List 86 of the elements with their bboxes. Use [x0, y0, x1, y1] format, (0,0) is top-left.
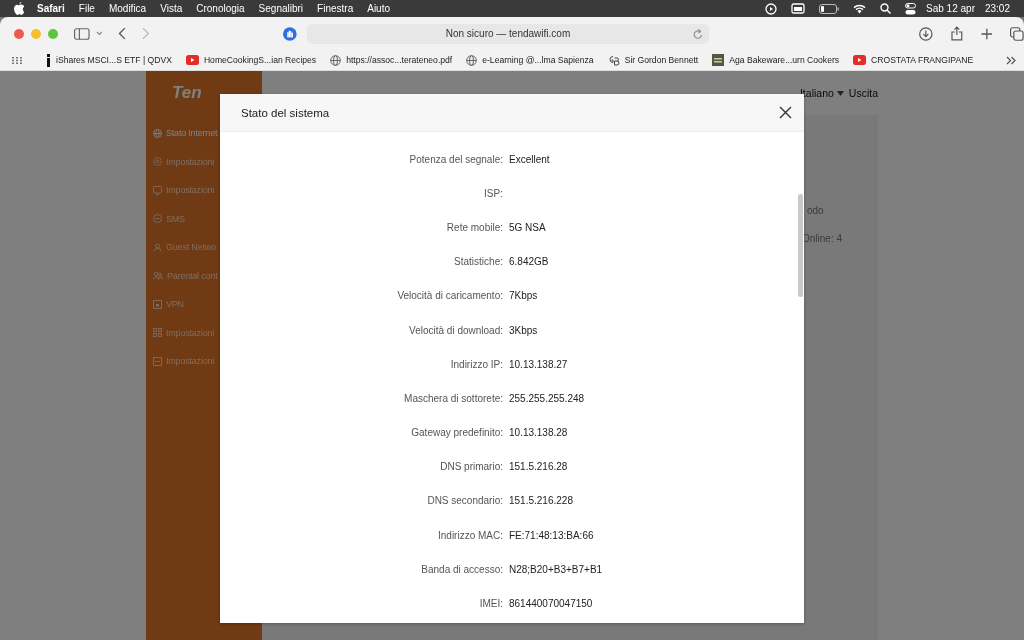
field-label: Indirizzo IP:	[449, 358, 503, 370]
square-logo-icon[interactable]	[712, 54, 725, 66]
back-icon[interactable]	[118, 27, 127, 40]
close-icon[interactable]	[779, 106, 792, 119]
control-center-icon[interactable]	[905, 2, 917, 15]
monitor-icon	[153, 185, 162, 195]
sidebar-icon[interactable]	[74, 27, 90, 40]
play-button-icon[interactable]	[185, 55, 199, 65]
chevron-down-icon[interactable]	[95, 31, 103, 36]
field-value: 10.13.138.28	[509, 427, 568, 439]
apple-logo-icon[interactable]	[14, 2, 25, 15]
field-label: ISP:	[483, 187, 503, 199]
download-icon[interactable]	[919, 26, 933, 41]
traffic-lights-icon[interactable]	[14, 28, 58, 39]
field-value: 255.255.255.248	[509, 392, 585, 404]
menu-bar-date[interactable]: Sab 12 apr	[926, 3, 975, 14]
wifi-icon[interactable]	[853, 3, 867, 14]
address-field[interactable]: Non sicuro — tendawifi.com	[306, 23, 710, 44]
reload-icon[interactable]	[693, 28, 704, 40]
field-value: FE:71:48:13:BA:66	[509, 529, 594, 541]
play-icon[interactable]	[765, 2, 778, 15]
message-icon	[153, 214, 162, 224]
bookmark-link[interactable]: CROSTATA FRANGIPANE	[871, 55, 974, 65]
field-label: Rete mobile:	[445, 221, 503, 233]
field-label: Velocità di download:	[408, 324, 503, 336]
bookmark-link[interactable]: iShares MSCI...S ETF | QDVX	[56, 55, 172, 65]
bookmark-link[interactable]: Aga Bakeware...urn Cookers	[729, 55, 840, 65]
menu-item[interactable]: Modifica	[108, 3, 147, 14]
bookmark-link[interactable]: HomeCookingS...ian Recipes	[203, 55, 317, 65]
share-icon[interactable]	[950, 26, 963, 41]
field-value: 3Kbps	[509, 324, 538, 336]
field-value: 151.5.216.28	[509, 461, 568, 473]
search-icon[interactable]	[880, 3, 892, 14]
menu-item[interactable]: Vista	[160, 3, 183, 14]
globe-icon[interactable]	[330, 54, 342, 66]
bookmark-link[interactable]: https://assoc...terateneo.pdf	[346, 55, 453, 65]
field-value: N28;B20+B3+B7+B1	[509, 563, 603, 575]
person-icon	[153, 242, 162, 252]
field-value: 7Kbps	[509, 290, 538, 302]
grid-icon[interactable]	[12, 56, 22, 64]
language-dropdown[interactable]: Italiano	[799, 87, 844, 99]
field-label: Statistiche:	[453, 256, 503, 268]
field-value: 10.13.138.27	[509, 358, 568, 370]
play-button-icon[interactable]	[853, 55, 867, 65]
double-chevron-icon[interactable]	[1006, 55, 1016, 65]
monogram-icon[interactable]	[607, 54, 620, 66]
display-icon[interactable]	[791, 3, 806, 14]
people-icon	[153, 271, 163, 281]
menu-item[interactable]: Finestra	[317, 3, 354, 14]
logo-text: Ten	[171, 83, 203, 103]
battery-icon[interactable]	[819, 3, 840, 14]
field-label: DNS secondario:	[426, 495, 503, 507]
plus-icon[interactable]	[980, 27, 993, 40]
letter-i-icon[interactable]	[46, 53, 51, 67]
field-label: Velocità di caricamento:	[396, 290, 503, 302]
field-label: Potenza del segnale:	[408, 153, 503, 165]
field-value: Excellent	[509, 153, 550, 165]
app-menu[interactable]: Safari	[37, 3, 65, 14]
grid-icon	[153, 328, 162, 338]
globe-icon	[153, 128, 162, 138]
menu-item[interactable]: File	[78, 3, 95, 14]
menu-bar-time[interactable]: 23:02	[984, 3, 1010, 14]
field-label: Banda di accesso:	[420, 563, 503, 575]
globe-icon[interactable]	[466, 54, 478, 66]
square-icon	[153, 299, 162, 309]
menu-item[interactable]: Aiuto	[367, 3, 390, 14]
field-value: 6.842GB	[509, 256, 549, 268]
list-icon	[153, 356, 162, 366]
caret-icon	[836, 90, 844, 96]
field-value: 151.5.216.228	[509, 495, 573, 507]
field-label: IMEI:	[478, 598, 503, 610]
field-value: 5G NSA	[509, 221, 546, 233]
scrollbar-thumb[interactable]	[798, 194, 803, 297]
field-label: DNS primario:	[439, 461, 503, 473]
logout-link[interactable]: Uscita	[848, 87, 878, 99]
field-value: 861440070047150	[509, 598, 593, 610]
menu-item[interactable]: Cronologia	[196, 3, 245, 14]
dialog-title: Stato del sistema	[241, 106, 330, 119]
field-label: Maschera di sottorete:	[403, 392, 503, 404]
bookmark-link[interactable]: Sir Gordon Bennett	[624, 55, 699, 65]
bookmark-link[interactable]: e-Learning @...lma Sapienza	[482, 55, 594, 65]
gear-icon	[153, 157, 162, 167]
field-label: Gateway predefinito:	[410, 427, 503, 439]
tabs-icon[interactable]	[1010, 26, 1024, 41]
menu-item[interactable]: Segnalibri	[258, 3, 304, 14]
field-label: Indirizzo MAC:	[437, 529, 503, 541]
